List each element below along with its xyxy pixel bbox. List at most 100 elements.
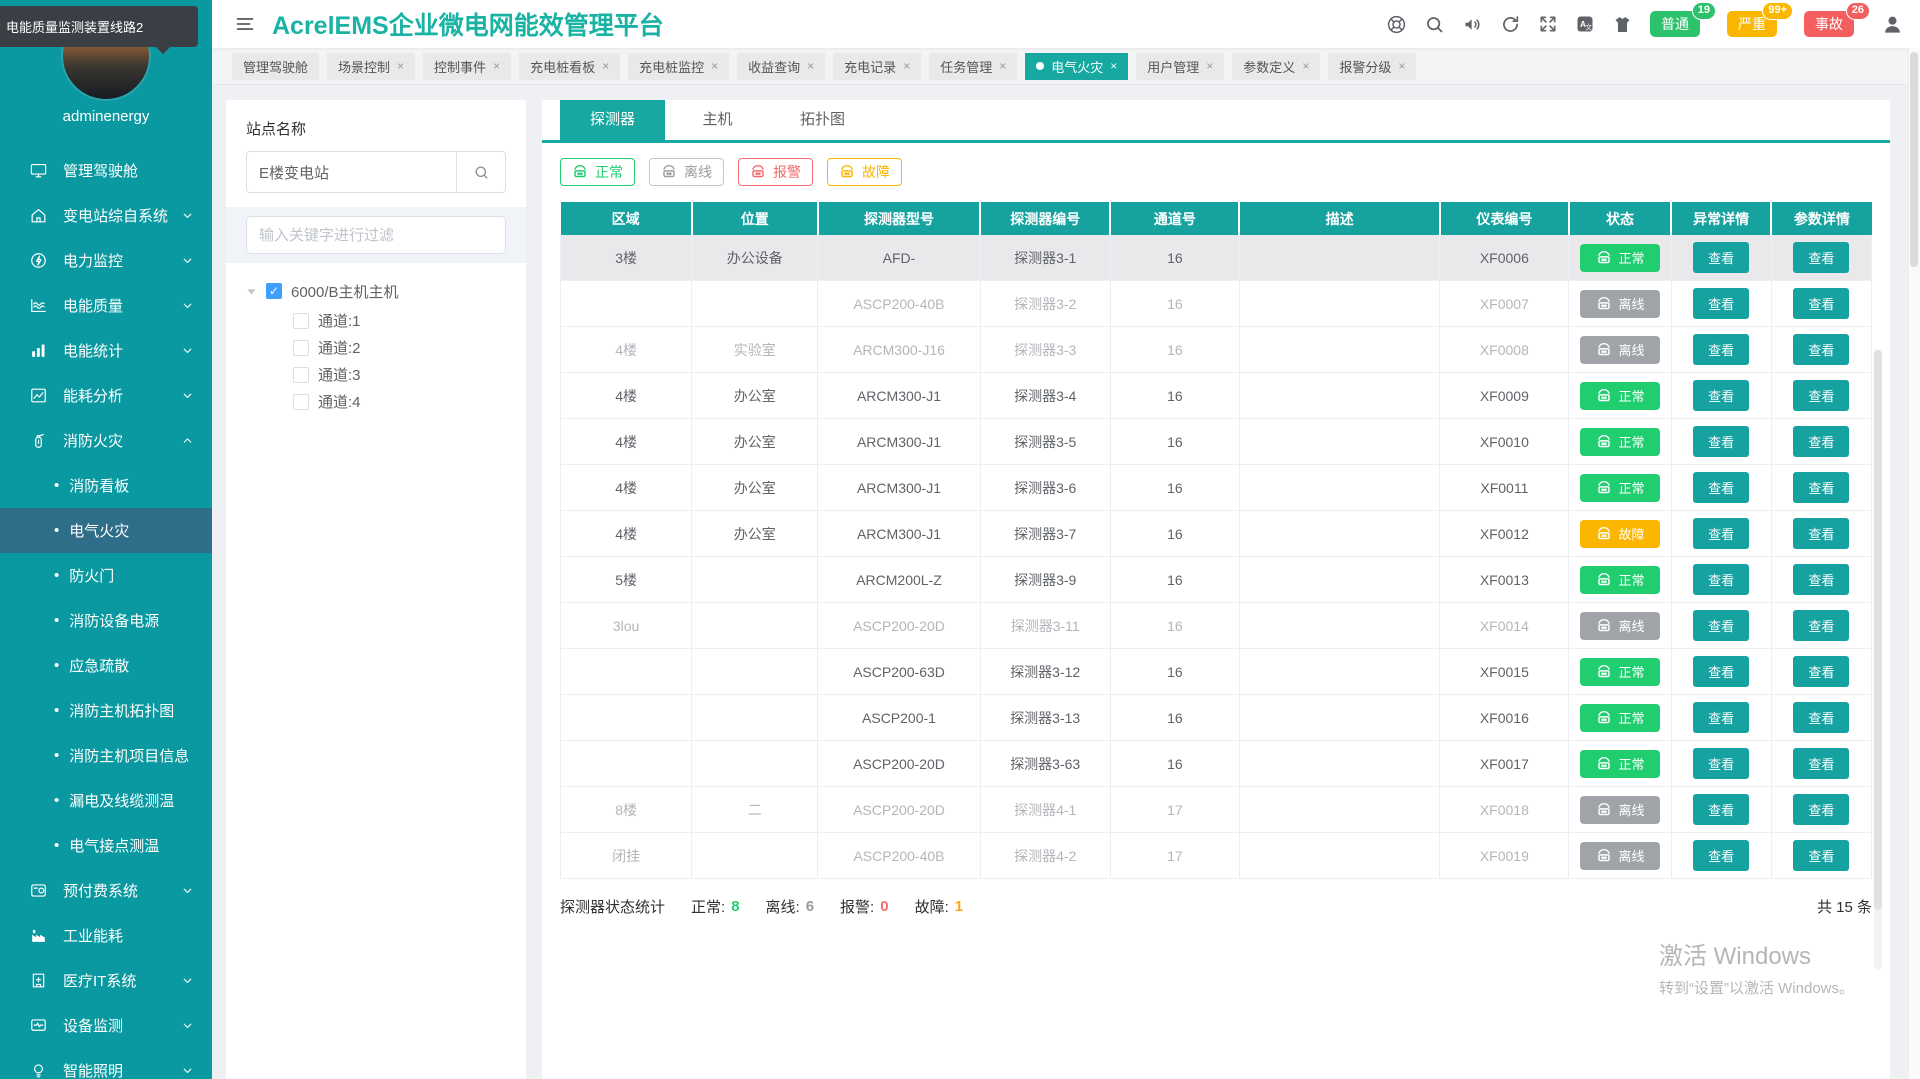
abnormal-detail-view-button[interactable]: 查看 bbox=[1693, 702, 1750, 733]
sidebar-item-2[interactable]: 变电站综自系统 bbox=[0, 193, 212, 238]
table-row[interactable]: 4楼 办公室 ARCM300-J1 探测器3-7 16 XF0012 故障 查看 查看 bbox=[559, 510, 1873, 557]
sidebar-item-11[interactable]: 设备监测 bbox=[0, 1003, 212, 1048]
close-icon[interactable]: × bbox=[711, 59, 718, 73]
abnormal-detail-view-button[interactable]: 查看 bbox=[1693, 748, 1750, 779]
abnormal-detail-view-button[interactable]: 查看 bbox=[1693, 656, 1750, 687]
sidebar-item-6[interactable]: 能耗分析 bbox=[0, 373, 212, 418]
close-icon[interactable]: × bbox=[1398, 59, 1405, 73]
table-row[interactable]: 3lou ASCP200-20D 探测器3-11 16 XF0014 离线 查看 查看 bbox=[559, 602, 1873, 649]
tree-child-checkbox[interactable] bbox=[293, 393, 309, 410]
param-detail-view-button[interactable]: 查看 bbox=[1793, 242, 1850, 273]
param-detail-view-button[interactable]: 查看 bbox=[1793, 840, 1850, 871]
tab-充电桩看板[interactable]: 充电桩看板 × bbox=[519, 52, 621, 80]
table-row[interactable]: 3楼 办公设备 AFD- 探测器3-1 16 XF0006 正常 查看 查看 bbox=[559, 235, 1873, 281]
param-detail-view-button[interactable]: 查看 bbox=[1793, 426, 1850, 457]
param-detail-view-button[interactable]: 查看 bbox=[1793, 702, 1850, 733]
sidebar-item-4[interactable]: 电能质量 bbox=[0, 283, 212, 328]
tree-child-checkbox[interactable] bbox=[293, 366, 309, 383]
abnormal-detail-view-button[interactable]: 查看 bbox=[1693, 564, 1750, 595]
close-icon[interactable]: × bbox=[602, 59, 609, 73]
table-row[interactable]: ASCP200-20D 探测器3-63 16 XF0017 正常 查看 查看 bbox=[559, 740, 1873, 787]
filter-button-offline[interactable]: 离线 bbox=[649, 158, 724, 186]
theme-icon[interactable] bbox=[1612, 14, 1633, 35]
sidebar-subitem[interactable]: • 消防看板 bbox=[0, 463, 212, 508]
sidebar-subitem[interactable]: • 电气火灾 bbox=[0, 508, 212, 553]
abnormal-detail-view-button[interactable]: 查看 bbox=[1693, 426, 1750, 457]
table-row[interactable]: ASCP200-40B 探测器3-2 16 XF0007 离线 查看 查看 bbox=[559, 280, 1873, 327]
filter-button-normal[interactable]: 正常 bbox=[560, 158, 635, 186]
filter-button-alarm[interactable]: 报警 bbox=[738, 158, 813, 186]
hamburger-menu-icon[interactable] bbox=[234, 13, 256, 35]
tree-child-checkbox[interactable] bbox=[293, 312, 309, 329]
view-tab-探测器[interactable]: 探测器 bbox=[560, 100, 665, 140]
abnormal-detail-view-button[interactable]: 查看 bbox=[1693, 610, 1750, 641]
user-icon[interactable] bbox=[1881, 13, 1904, 36]
view-tab-拓扑图[interactable]: 拓扑图 bbox=[770, 100, 875, 140]
close-icon[interactable]: × bbox=[493, 59, 500, 73]
close-icon[interactable]: × bbox=[807, 59, 814, 73]
sidebar-subitem[interactable]: • 消防设备电源 bbox=[0, 598, 212, 643]
table-row[interactable]: 4楼 办公室 ARCM300-J1 探测器3-5 16 XF0010 正常 查看 查看 bbox=[559, 418, 1873, 465]
sidebar-item-3[interactable]: 电力监控 bbox=[0, 238, 212, 283]
sidebar-item-5[interactable]: 电能统计 bbox=[0, 328, 212, 373]
param-detail-view-button[interactable]: 查看 bbox=[1793, 472, 1850, 503]
tree-root-checkbox[interactable]: ✓ bbox=[266, 283, 282, 299]
tab-控制事件[interactable]: 控制事件 × bbox=[423, 52, 512, 80]
tab-电气火灾[interactable]: 电气火灾 × bbox=[1025, 52, 1129, 80]
tree-child-node[interactable]: 通道:2 bbox=[246, 334, 506, 361]
tree-child-node[interactable]: 通道:4 bbox=[246, 388, 506, 415]
tab-参数定义[interactable]: 参数定义 × bbox=[1232, 52, 1321, 80]
tab-管理驾驶舱[interactable]: 管理驾驶舱 bbox=[232, 52, 320, 80]
param-detail-view-button[interactable]: 查看 bbox=[1793, 794, 1850, 825]
abnormal-detail-view-button[interactable]: 查看 bbox=[1693, 472, 1750, 503]
tab-充电记录[interactable]: 充电记录 × bbox=[833, 52, 922, 80]
fullscreen-icon[interactable] bbox=[1538, 14, 1558, 34]
tree-child-node[interactable]: 通道:1 bbox=[246, 307, 506, 334]
abnormal-detail-view-button[interactable]: 查看 bbox=[1693, 288, 1750, 319]
sidebar-item-8[interactable]: 预付费系统 bbox=[0, 868, 212, 913]
abnormal-detail-view-button[interactable]: 查看 bbox=[1693, 794, 1750, 825]
table-row[interactable]: ASCP200-63D 探测器3-12 16 XF0015 正常 查看 查看 bbox=[559, 648, 1873, 695]
close-icon[interactable]: × bbox=[903, 59, 910, 73]
tab-场景控制[interactable]: 场景控制 × bbox=[327, 52, 416, 80]
close-icon[interactable]: × bbox=[1206, 59, 1213, 73]
tab-充电桩监控[interactable]: 充电桩监控 × bbox=[628, 52, 730, 80]
tab-收益查询[interactable]: 收益查询 × bbox=[737, 52, 826, 80]
abnormal-detail-view-button[interactable]: 查看 bbox=[1693, 518, 1750, 549]
sidebar-item-7[interactable]: 消防火灾 bbox=[0, 418, 212, 463]
filter-button-fault[interactable]: 故障 bbox=[827, 158, 902, 186]
caret-down-icon[interactable] bbox=[246, 287, 257, 296]
alarm-badge-1[interactable]: 普通 19 bbox=[1650, 2, 1716, 37]
abnormal-detail-view-button[interactable]: 查看 bbox=[1693, 242, 1750, 273]
param-detail-view-button[interactable]: 查看 bbox=[1793, 518, 1850, 549]
sound-icon[interactable] bbox=[1462, 14, 1483, 35]
sidebar-item-10[interactable]: 医疗IT系统 bbox=[0, 958, 212, 1003]
table-row[interactable]: ASCP200-1 探测器3-13 16 XF0016 正常 查看 查看 bbox=[559, 694, 1873, 741]
site-search-input[interactable] bbox=[247, 152, 456, 192]
abnormal-detail-view-button[interactable]: 查看 bbox=[1693, 380, 1750, 411]
param-detail-view-button[interactable]: 查看 bbox=[1793, 656, 1850, 687]
tree-child-checkbox[interactable] bbox=[293, 339, 309, 356]
param-detail-view-button[interactable]: 查看 bbox=[1793, 564, 1850, 595]
table-scrollbar-thumb[interactable] bbox=[1874, 350, 1882, 910]
translate-icon[interactable]: A文 bbox=[1575, 14, 1595, 34]
alarm-badge-2[interactable]: 严重 99+ bbox=[1727, 2, 1793, 37]
page-scrollbar-thumb[interactable] bbox=[1910, 52, 1918, 267]
sidebar-item-1[interactable]: 管理驾驶舱 bbox=[0, 148, 212, 193]
table-row[interactable]: 8楼二 ASCP200-20D 探测器4-1 17 XF0018 离线 查看 查看 bbox=[559, 786, 1873, 833]
param-detail-view-button[interactable]: 查看 bbox=[1793, 748, 1850, 779]
table-row[interactable]: 4楼 实验室 ARCM300-J16 探测器3-3 16 XF0008 离线 查看 查看 bbox=[559, 326, 1873, 373]
abnormal-detail-view-button[interactable]: 查看 bbox=[1693, 840, 1750, 871]
help-icon[interactable] bbox=[1386, 14, 1407, 35]
tab-任务管理[interactable]: 任务管理 × bbox=[929, 52, 1018, 80]
abnormal-detail-view-button[interactable]: 查看 bbox=[1693, 334, 1750, 365]
table-row[interactable]: 闭挂 ASCP200-40B 探测器4-2 17 XF0019 离线 查看 查看 bbox=[559, 832, 1873, 879]
param-detail-view-button[interactable]: 查看 bbox=[1793, 288, 1850, 319]
view-tab-主机[interactable]: 主机 bbox=[665, 100, 770, 140]
param-detail-view-button[interactable]: 查看 bbox=[1793, 380, 1850, 411]
tree-child-node[interactable]: 通道:3 bbox=[246, 361, 506, 388]
close-icon[interactable]: × bbox=[1302, 59, 1309, 73]
tree-root-node[interactable]: ✓ 6000/B主机主机 bbox=[246, 275, 506, 307]
sidebar-subitem[interactable]: • 防火门 bbox=[0, 553, 212, 598]
close-icon[interactable]: × bbox=[1110, 59, 1117, 73]
